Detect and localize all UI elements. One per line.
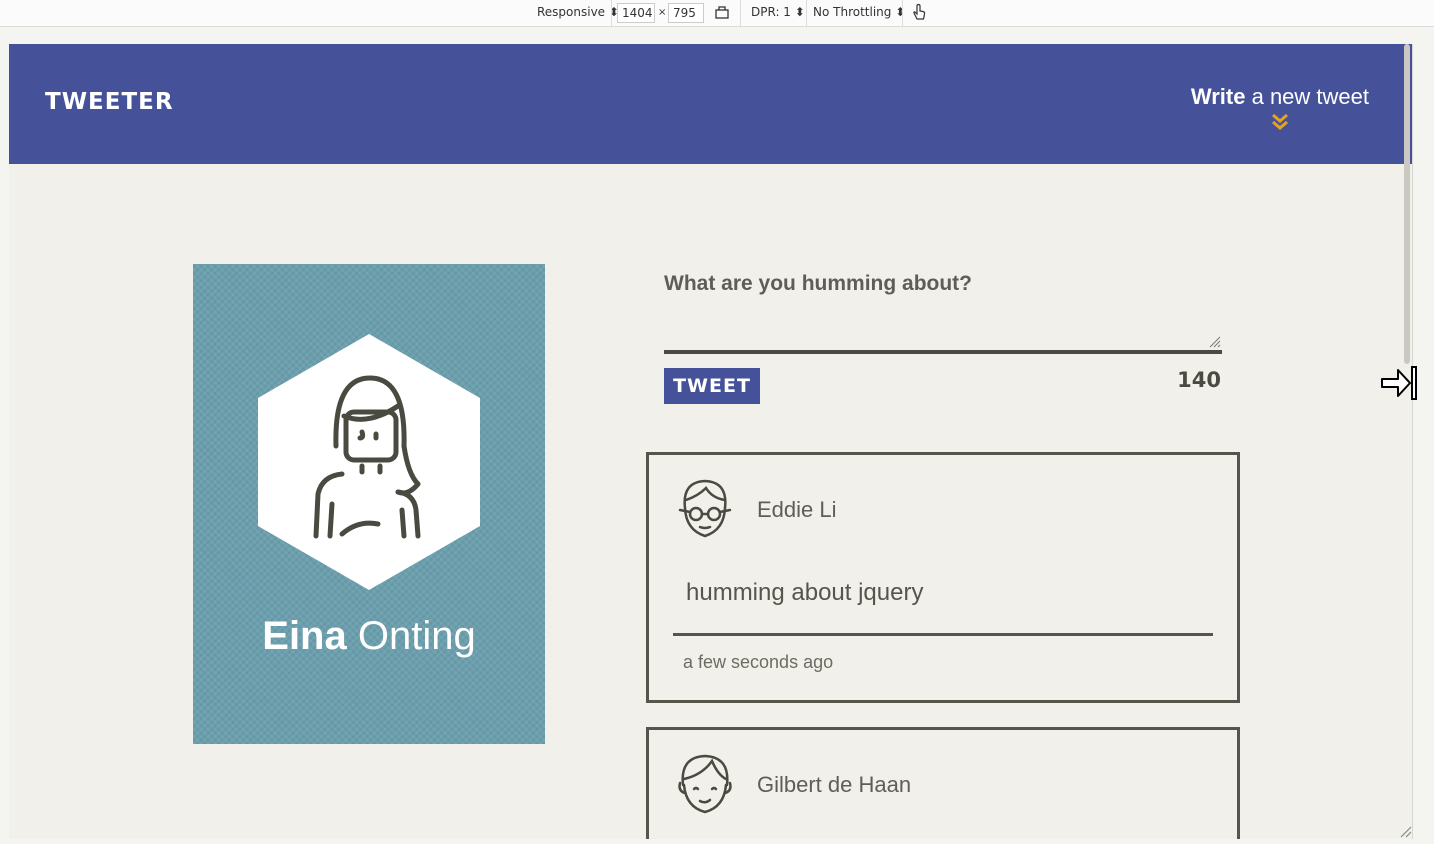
drag-cursor-icon — [1381, 366, 1417, 400]
viewport-resize-handle-icon[interactable] — [1398, 826, 1412, 838]
rotate-icon[interactable] — [714, 4, 730, 23]
devtools-toolbar: Responsive ⬍ 1404 × 795 DPR: 1 ⬍ No Thro… — [0, 0, 1434, 27]
nav-bar: TWEETER Write a new tweet — [9, 44, 1412, 164]
write-new-tweet-toggle[interactable]: Write a new tweet — [1191, 84, 1369, 132]
tweet-card: Gilbert de Haan — [646, 727, 1240, 839]
tweet-author[interactable]: Eddie Li — [757, 497, 837, 523]
tweet-author[interactable]: Gilbert de Haan — [757, 772, 911, 798]
woman-avatar-icon — [258, 334, 480, 590]
compose-bold-text: Write — [1190, 84, 1246, 109]
dpr-label: DPR: 1 — [751, 5, 791, 19]
profile-card: Eina Onting — [193, 264, 545, 744]
scrollbar[interactable] — [1404, 44, 1410, 364]
double-chevron-down-icon[interactable] — [1270, 112, 1290, 132]
device-label: Responsive — [537, 5, 606, 19]
tweet-text: humming about jquery — [686, 579, 924, 606]
profile-first-name: Eina — [262, 614, 347, 658]
tweet-timestamp: a few seconds ago — [683, 652, 834, 672]
tweet-button[interactable]: TWEET — [664, 368, 760, 404]
viewport-width-input[interactable]: 1404 — [617, 3, 655, 23]
compose-rest-text: a new tweet — [1245, 84, 1369, 109]
touch-icon[interactable] — [911, 3, 927, 24]
logo[interactable]: TWEETER — [45, 89, 174, 115]
divider — [740, 0, 741, 27]
tweet-divider — [673, 633, 1213, 636]
dpr-select[interactable]: DPR: 1 ⬍ — [751, 5, 805, 19]
divider — [806, 0, 807, 27]
page-viewport: TWEETER Write a new tweet Eina Onting Wh… — [9, 44, 1413, 839]
dimension-separator: × — [658, 7, 667, 18]
viewport-height-input[interactable]: 795 — [668, 3, 704, 23]
tweet-card: Eddie Li humming about jquery a few seco… — [646, 452, 1240, 703]
device-select[interactable]: Responsive ⬍ — [537, 5, 619, 19]
throttling-label: No Throttling — [813, 5, 892, 19]
char-counter: 140 — [1177, 368, 1221, 392]
throttling-select[interactable]: No Throttling ⬍ — [813, 5, 905, 19]
composer-prompt: What are you humming about? — [664, 272, 972, 295]
man-glasses-avatar-icon — [678, 479, 732, 538]
divider — [902, 0, 903, 27]
profile-name: Eina Onting — [193, 614, 545, 659]
man-avatar-icon — [678, 754, 732, 814]
divider — [611, 0, 612, 27]
tweet-textarea[interactable] — [664, 306, 1222, 354]
profile-last-name: Onting — [357, 614, 476, 658]
resize-grip-icon[interactable] — [1209, 336, 1221, 348]
